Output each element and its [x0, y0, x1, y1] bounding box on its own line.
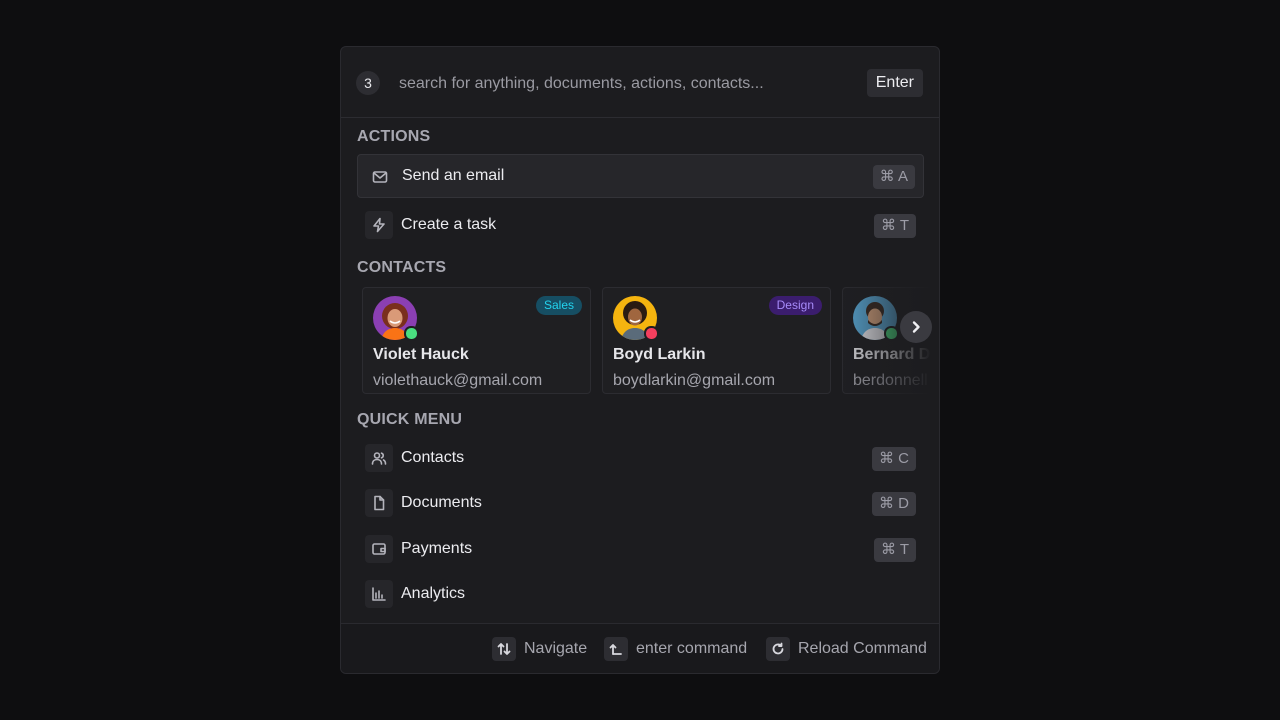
contact-name: Bernard Do: [853, 346, 940, 363]
reload-icon: [766, 637, 790, 661]
enter-command-label: enter command: [636, 640, 748, 657]
quick-menu-documents[interactable]: Documents ⌘ D: [357, 481, 924, 525]
contacts-carousel: Sales Violet Hauck violethauck@gmail.com…: [362, 287, 940, 395]
action-label: Create a task: [401, 216, 497, 233]
contact-email: boydlarkin@gmail.com: [613, 372, 776, 389]
enter-return-icon: [604, 637, 628, 661]
navigate-label: Navigate: [524, 640, 588, 657]
online-status-dot: [884, 326, 899, 341]
enter-command-hint: enter command: [604, 637, 747, 661]
action-create-task[interactable]: Create a task ⌘ T: [357, 203, 924, 247]
search-bar: 3 Enter: [341, 47, 939, 118]
document-icon: [365, 489, 393, 517]
quick-menu-contacts[interactable]: Contacts ⌘ C: [357, 436, 924, 480]
contact-card-bernard[interactable]: Bernard Do berdonnell: [842, 287, 940, 394]
reload-command-hint: Reload Command: [766, 637, 927, 661]
reload-command-label: Reload Command: [798, 640, 927, 657]
actions-section-title: ACTIONS: [357, 128, 431, 145]
wallet-icon: [365, 535, 393, 563]
contacts-section-title: CONTACTS: [357, 259, 447, 276]
lightning-icon: [365, 211, 393, 239]
result-count-badge: 3: [356, 71, 380, 95]
chart-icon: [365, 580, 393, 608]
quick-menu-payments[interactable]: Payments ⌘ T: [357, 527, 924, 571]
shortcut-badge: ⌘ T: [873, 214, 916, 238]
quick-menu-label: Contacts: [401, 449, 465, 466]
contact-card-boyd-larkin[interactable]: Design Boyd Larkin boydlarkin@gmail.com: [602, 287, 831, 394]
search-input[interactable]: [397, 67, 841, 101]
action-label: Send an email: [402, 167, 505, 184]
busy-status-dot: [644, 326, 659, 341]
arrows-up-down-icon: [492, 637, 516, 661]
contact-name: Boyd Larkin: [613, 346, 706, 363]
carousel-next-button[interactable]: [900, 311, 932, 343]
users-icon: [365, 444, 393, 472]
shortcut-badge: ⌘ D: [872, 492, 916, 516]
quick-menu-label: Analytics: [401, 585, 466, 602]
navigate-hint: Navigate: [492, 637, 587, 661]
shortcut-badge: ⌘ C: [872, 447, 916, 471]
contact-name: Violet Hauck: [373, 346, 469, 363]
action-send-email[interactable]: Send an email ⌘ A: [357, 154, 924, 198]
command-palette: 3 Enter ACTIONS Send an email ⌘ A Create…: [340, 46, 940, 674]
enter-button[interactable]: Enter: [866, 69, 923, 97]
tag-badge: Design: [768, 296, 822, 315]
quick-menu-label: Documents: [401, 494, 482, 511]
quick-menu-analytics[interactable]: Analytics: [357, 572, 924, 616]
online-status-dot: [404, 326, 419, 341]
contact-email: berdonnell: [853, 372, 928, 389]
quick-menu-section-title: QUICK MENU: [357, 411, 463, 428]
contact-email: violethauck@gmail.com: [373, 372, 543, 389]
mail-icon: [366, 163, 394, 191]
chevron-right-icon: [912, 321, 920, 333]
contact-card-violet-hauck[interactable]: Sales Violet Hauck violethauck@gmail.com: [362, 287, 591, 394]
tag-badge: Sales: [535, 296, 582, 315]
shortcut-badge: ⌘ A: [872, 165, 915, 189]
footer-hints: Navigate enter command Reload Command: [341, 623, 939, 673]
quick-menu-label: Payments: [401, 540, 473, 557]
shortcut-badge: ⌘ T: [873, 538, 916, 562]
